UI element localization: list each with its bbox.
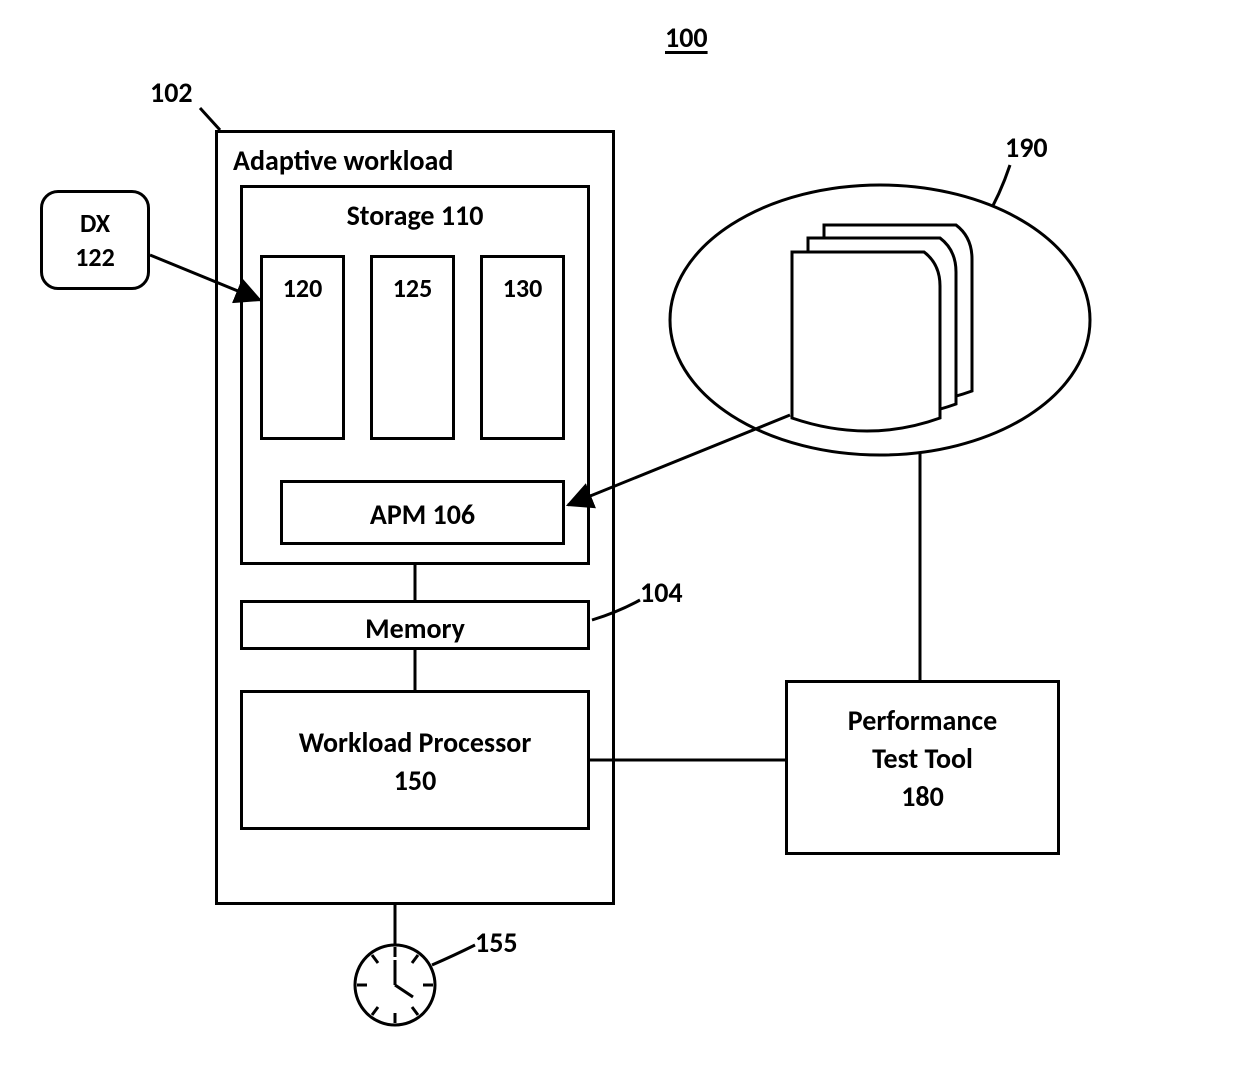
ref-100: 100	[665, 20, 708, 55]
storage-cell-125-label: 125	[373, 272, 452, 304]
perf-line1: Performance	[788, 703, 1057, 738]
workload-processor-box: Workload Processor 150	[240, 690, 590, 830]
memory-title: Memory	[243, 611, 587, 646]
performance-test-tool-box: Performance Test Tool 180	[785, 680, 1060, 855]
connectors-overlay	[0, 0, 1240, 1092]
dx-label-2: 122	[43, 241, 147, 273]
diagram-stage: 100 102 190 DX 122 Adaptive workload Sto…	[0, 0, 1240, 1092]
analysis-l3: Transaction	[794, 330, 954, 359]
analysis-l1: Analysis	[794, 270, 954, 299]
apm-title: APM 106	[283, 497, 562, 532]
storage-cell-120: 120	[260, 255, 345, 440]
ref-155: 155	[475, 925, 518, 960]
apm-box: APM 106	[280, 480, 565, 545]
ref-190: 190	[1005, 130, 1048, 165]
storage-cell-130-label: 130	[483, 272, 562, 304]
perf-line3: 180	[788, 779, 1057, 814]
ref-102: 102	[150, 75, 193, 110]
storage-cell-130: 130	[480, 255, 565, 440]
storage-cell-125: 125	[370, 255, 455, 440]
analysis-l4: 105	[794, 360, 954, 389]
processor-line2: 150	[243, 763, 587, 798]
analysis-l2: Event	[794, 300, 954, 329]
processor-line1: Workload Processor	[243, 725, 587, 760]
ref-104: 104	[640, 575, 683, 610]
clock-icon	[355, 945, 435, 1025]
dx-label-1: DX	[43, 207, 147, 239]
storage-cell-120-label: 120	[263, 272, 342, 304]
dx-box: DX 122	[40, 190, 150, 290]
storage-title: Storage 110	[243, 198, 587, 233]
perf-line2: Test Tool	[788, 741, 1057, 776]
memory-box: Memory	[240, 600, 590, 650]
adaptive-workload-title: Adaptive workload	[233, 143, 453, 178]
